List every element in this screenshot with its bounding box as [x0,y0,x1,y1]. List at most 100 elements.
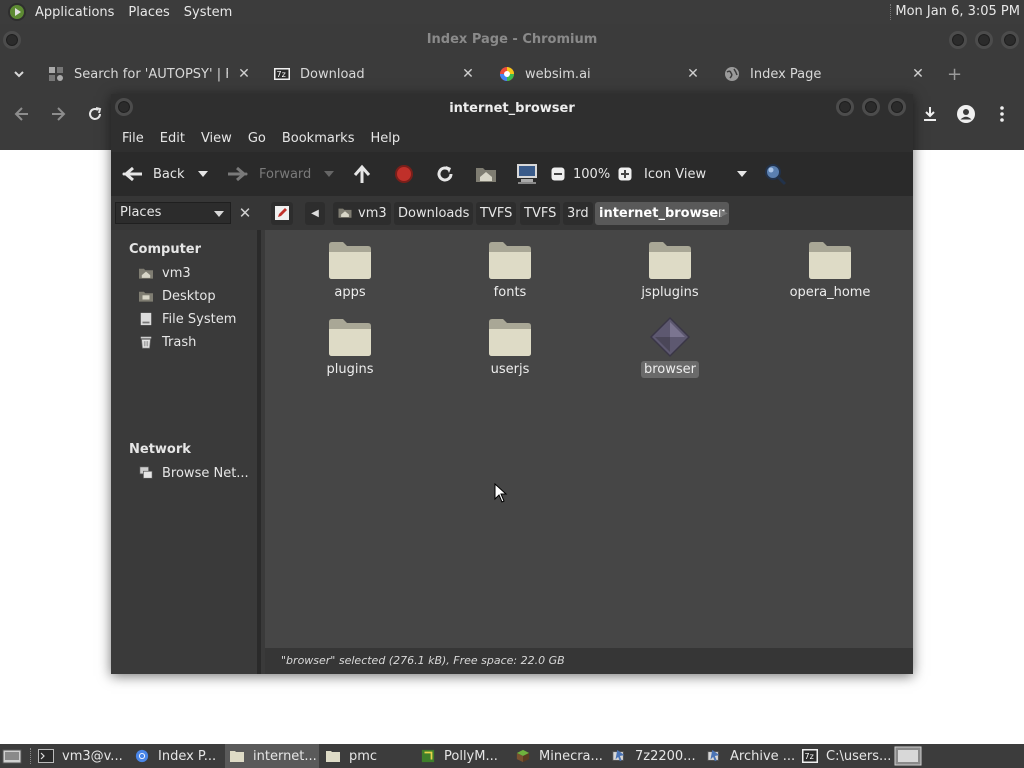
tab-websim[interactable]: websim.ai ✕ [499,58,701,90]
zoom-in-button[interactable] [618,152,632,196]
reload-icon [437,166,453,182]
maximize-button[interactable] [975,31,993,49]
clock[interactable]: Mon Jan 6, 3:05 PM [895,0,1020,24]
up-button[interactable] [352,152,372,196]
folder-item-fonts[interactable]: fonts [435,239,585,301]
folder-item-plugins[interactable]: plugins [275,316,425,378]
sidebar-heading-network: Network [129,442,191,457]
sidebar-item-file-system[interactable]: File System [138,309,236,329]
forward-history-dropdown[interactable] [323,152,335,196]
close-sidebar-icon[interactable]: ✕ [235,202,255,224]
breadcrumb-scroll-left[interactable]: ◀ [305,202,325,225]
minimize-button[interactable] [949,31,967,49]
breadcrumb-3rd[interactable]: 3rd [563,202,593,225]
tab-download[interactable]: 7z Download ✕ [274,58,476,90]
7zip-icon: 7z [802,749,818,763]
close-tab-icon[interactable]: ✕ [236,66,252,82]
taskbar-label: internet... [253,748,317,764]
breadcrumb-downloads[interactable]: Downloads [394,202,474,225]
downloads-icon[interactable] [920,104,940,124]
taskbar-item-chromium[interactable]: Index P... [134,744,222,768]
computer-button[interactable] [515,152,539,196]
taskbar-item-file-manager[interactable]: internet... [225,744,319,768]
fm-menubar: File Edit View Go Bookmarks Help [111,124,913,152]
browser-reload-icon[interactable] [85,104,105,124]
folder-item-apps[interactable]: apps [275,239,425,301]
menu-edit[interactable]: Edit [154,131,191,146]
tab-title: Index Page [750,66,822,82]
stop-button[interactable] [394,152,414,196]
sidebar-item-desktop[interactable]: Desktop [138,286,216,306]
tab-search-button[interactable] [12,58,32,90]
distro-logo-icon[interactable] [8,3,26,21]
home-button[interactable] [475,152,497,196]
websim-icon [500,67,514,81]
browser-forward-icon[interactable] [48,104,68,124]
item-label: apps [334,285,366,300]
taskbar-item-7z-installer[interactable]: 7z2200... [611,744,701,768]
close-window-button[interactable] [888,98,906,116]
view-mode-select[interactable]: Icon View [644,152,748,196]
breadcrumb-vm3[interactable]: vm3 [333,202,391,225]
svg-text:7z: 7z [805,752,814,761]
close-window-button[interactable] [1001,31,1019,49]
breadcrumb-tvfs[interactable]: TVFS [476,202,517,225]
network-icon [139,466,153,479]
tab-index-page[interactable]: Index Page ✕ [724,58,926,90]
new-tab-button[interactable]: + [947,58,963,90]
sidebar-item-trash[interactable]: Trash [138,332,196,352]
folder-item-opera-home[interactable]: opera_home [755,239,905,301]
menu-go[interactable]: Go [242,131,272,146]
file-item-browser[interactable]: browser [595,316,745,378]
taskbar-item-minecraft[interactable]: Minecra... [515,744,607,768]
places-menu[interactable]: Places [121,5,176,20]
menu-bookmarks[interactable]: Bookmarks [276,131,361,146]
breadcrumb-internet-browser[interactable]: internet_browser [595,202,729,225]
tab-flathub[interactable]: Search for 'AUTOPSY' | Fla ✕ [48,58,252,90]
close-tab-icon[interactable]: ✕ [910,66,926,82]
breadcrumb-scroll-right[interactable]: ▶ [714,202,734,225]
installer-icon [612,749,625,762]
search-icon [765,164,787,186]
zoom-out-button[interactable]: 100% [551,152,610,196]
menu-view[interactable]: View [195,131,238,146]
item-label: opera_home [789,285,871,300]
search-button[interactable] [763,152,787,196]
profile-icon[interactable] [956,104,976,124]
maximize-button[interactable] [862,98,880,116]
window-menu-button[interactable] [3,31,21,49]
view-mode-value: Icon View [644,166,707,182]
menu-file[interactable]: File [116,131,150,146]
sidebar-item-vm3[interactable]: vm3 [138,263,191,283]
back-button[interactable]: Back [121,152,185,196]
minimize-button[interactable] [836,98,854,116]
taskbar-item-terminal[interactable]: vm3@v... [38,744,128,768]
tab-strip: Search for 'AUTOPSY' | Fla ✕ 7z Download… [0,58,1024,90]
sidebar-item-label: Desktop [162,288,216,304]
toggle-location-entry-button[interactable] [271,202,293,225]
show-desktop-button[interactable] [2,744,24,768]
menu-help[interactable]: Help [364,131,406,146]
applications-menu[interactable]: Applications [28,5,121,20]
taskbar-item-archive[interactable]: Archive ... [706,744,798,768]
close-tab-icon[interactable]: ✕ [685,66,701,82]
workspace-switcher[interactable] [894,744,924,768]
fm-titlebar[interactable]: internet_browser [111,94,913,124]
breadcrumb-tvfs-2[interactable]: TVFS [520,202,561,225]
taskbar-item-pollymc[interactable]: PollyM... [420,744,510,768]
sidebar-type-select[interactable]: Places [115,202,231,224]
folder-item-userjs[interactable]: userjs [435,316,585,378]
browser-back-icon[interactable] [12,104,32,124]
more-menu-icon[interactable] [992,104,1012,124]
polly-icon [421,749,435,763]
file-icon-view[interactable]: apps fonts jsplugins opera_home plugins … [265,230,913,648]
taskbar-item-pmc[interactable]: pmc [325,744,413,768]
folder-item-jsplugins[interactable]: jsplugins [595,239,745,301]
sidebar-item-browse-network[interactable]: Browse Net... [138,463,249,483]
forward-button[interactable]: Forward [225,152,311,196]
system-menu[interactable]: System [177,5,239,20]
close-tab-icon[interactable]: ✕ [460,66,476,82]
back-history-dropdown[interactable] [197,152,209,196]
taskbar-item-7zip-window[interactable]: 7z C:\users... [802,744,890,768]
reload-button[interactable] [434,152,456,196]
